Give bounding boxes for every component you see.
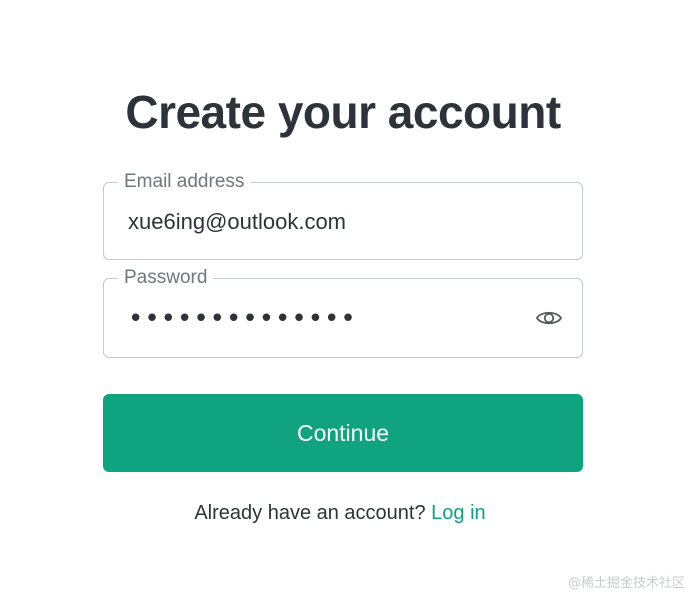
login-prompt: Already have an account? Log in (0, 500, 680, 526)
show-password-button[interactable] (534, 305, 564, 331)
signup-page: Create your account Email address xue6in… (0, 0, 693, 596)
watermark: @稀土掘金技术社区 (567, 576, 685, 591)
password-label: Password (118, 266, 214, 290)
email-label: Email address (118, 170, 251, 194)
login-link[interactable]: Log in (431, 502, 486, 524)
email-input[interactable]: xue6ing@outlook.com (128, 207, 528, 237)
continue-button[interactable]: Continue (103, 394, 583, 472)
page-title: Create your account (125, 86, 561, 138)
password-input[interactable]: •••••••••••••• (128, 304, 528, 334)
email-field[interactable]: Email address xue6ing@outlook.com (103, 170, 583, 260)
eye-icon (536, 311, 562, 325)
password-field[interactable]: Password •••••••••••••• (103, 266, 583, 358)
login-prompt-text: Already have an account? (194, 502, 426, 524)
